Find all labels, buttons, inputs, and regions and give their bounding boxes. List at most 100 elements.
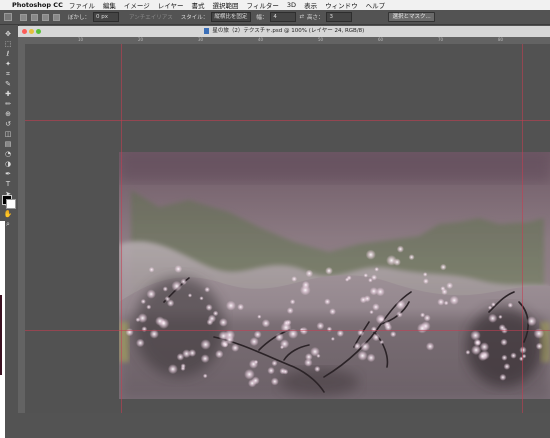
healing-icon[interactable]: ✚: [2, 90, 14, 99]
blossom-glow: [162, 286, 168, 292]
tools-panel: ✥⬚ℓ✦⌗✎✚✏⊕↺◫▤◔◑✒T➤▭✋⌕: [0, 25, 19, 438]
blossom-glow: [395, 299, 406, 310]
ruler-tick-label: 30: [198, 37, 204, 42]
blossom-glow: [437, 298, 445, 306]
dodge-icon[interactable]: ◑: [2, 160, 14, 169]
menu-view[interactable]: 表示: [304, 0, 317, 10]
style-select[interactable]: 縦横比を固定: [211, 12, 252, 22]
menu-layer[interactable]: レイヤー: [158, 0, 184, 10]
blossom-glow: [146, 304, 152, 310]
history-brush-icon[interactable]: ↺: [2, 120, 14, 129]
background-color-swatch[interactable]: [6, 199, 16, 209]
marquee-tool-preset-icon[interactable]: [4, 13, 12, 21]
menu-help[interactable]: ヘルプ: [366, 0, 386, 10]
select-and-mask-button[interactable]: 選択とマスク...: [388, 12, 435, 22]
gradient-icon[interactable]: ▤: [2, 140, 14, 149]
hand-icon[interactable]: ✋: [2, 210, 14, 219]
ground-shadow: [279, 368, 359, 396]
blossom-glow: [510, 352, 517, 359]
blossom-glow: [372, 303, 380, 311]
zoom-window-icon[interactable]: [36, 29, 41, 34]
menu-file[interactable]: ファイル: [69, 0, 95, 10]
new-selection-icon[interactable]: [20, 13, 27, 21]
width-label: 幅：: [256, 15, 268, 21]
blossom-glow: [491, 302, 496, 307]
feather-input[interactable]: 0 px: [93, 12, 120, 22]
blossom-glow: [249, 337, 259, 347]
ruler-tick-label: 10: [78, 37, 84, 42]
blossom-glow: [225, 300, 236, 311]
blossom-glow: [205, 304, 213, 311]
background-document-mark: [0, 295, 2, 375]
blossom-glow: [371, 274, 378, 281]
crop-icon[interactable]: ⌗: [2, 70, 14, 79]
blossom-glow: [282, 368, 289, 375]
menu-type[interactable]: 書式: [192, 0, 205, 10]
blossom-glow: [200, 339, 211, 350]
menu-filter[interactable]: フィルター: [247, 0, 279, 10]
blossom-glow: [449, 295, 459, 305]
blossom-glow: [500, 338, 508, 346]
minimize-window-icon[interactable]: [29, 29, 34, 34]
blossom-glow: [155, 316, 165, 326]
menu-app-name[interactable]: Photoshop CC: [12, 1, 63, 9]
canvas-workspace[interactable]: [25, 44, 550, 413]
eyedropper-icon[interactable]: ✎: [2, 80, 14, 89]
intersect-selection-icon[interactable]: [53, 13, 60, 21]
width-input[interactable]: 4: [270, 12, 297, 22]
blossom-glow: [423, 314, 431, 322]
guide-horizontal[interactable]: [25, 330, 550, 331]
blossom-glow: [372, 333, 381, 342]
blossom-glow: [225, 335, 235, 345]
menu-image[interactable]: イメージ: [124, 0, 150, 10]
magic-wand-icon[interactable]: ✦: [2, 60, 14, 69]
menu-window[interactable]: ウィンドウ: [325, 0, 358, 10]
blossom-glow: [477, 351, 488, 362]
blossom-glow: [329, 308, 336, 315]
blossom-glow: [316, 322, 325, 330]
swap-icon[interactable]: ⇄: [299, 14, 304, 20]
blossom-glow: [182, 349, 191, 359]
blossom-glow: [136, 338, 145, 348]
eraser-icon[interactable]: ◫: [2, 130, 14, 139]
blossom-glow: [446, 282, 454, 289]
blossom-glow: [396, 245, 404, 253]
stamp-icon[interactable]: ⊕: [2, 110, 14, 119]
move-icon[interactable]: ✥: [2, 30, 14, 39]
subtract-selection-icon[interactable]: [42, 13, 49, 21]
blossom-glow: [289, 299, 296, 305]
menu-bar: Photoshop CC ファイル 編集 イメージ レイヤー 書式 選択範囲 フ…: [0, 0, 550, 10]
pen-icon[interactable]: ✒: [2, 170, 14, 179]
blossom-glow: [345, 277, 350, 282]
blossom-glow: [440, 263, 447, 271]
blossom-glow: [369, 310, 374, 315]
ruler-tick-label: 70: [438, 37, 444, 42]
brush-icon[interactable]: ✏: [2, 100, 14, 109]
blossom-glow: [267, 366, 275, 375]
blur-icon[interactable]: ◔: [2, 150, 14, 159]
close-window-icon[interactable]: [22, 29, 27, 34]
blossom-glow: [488, 313, 498, 323]
blossom-glow: [164, 296, 171, 302]
blossom-glow: [379, 316, 385, 322]
menu-3d[interactable]: 3D: [287, 1, 296, 9]
blossom-glow: [280, 345, 284, 350]
type-icon[interactable]: T: [2, 180, 14, 189]
guide-vertical[interactable]: [522, 44, 523, 413]
ruler-tick-label: 60: [378, 37, 384, 42]
antialias-checkbox[interactable]: アンチエイリアス: [129, 13, 173, 21]
blossom-glow: [366, 353, 376, 363]
options-bar: ぼかし： 0 px アンチエイリアス スタイル： 縦横比を固定 幅： 4 ⇄ 高…: [0, 10, 550, 25]
blossom-glow: [507, 302, 513, 308]
menu-edit[interactable]: 編集: [103, 0, 116, 10]
lasso-icon[interactable]: ℓ: [2, 50, 14, 59]
blossom-glow: [286, 307, 294, 314]
add-to-selection-icon[interactable]: [31, 13, 38, 21]
guide-horizontal[interactable]: [25, 120, 550, 121]
height-input[interactable]: 3: [326, 12, 353, 22]
artwork-canvas[interactable]: [119, 152, 550, 399]
blossom-glow: [393, 258, 401, 266]
marquee-icon[interactable]: ⬚: [2, 40, 14, 49]
menu-select[interactable]: 選択範囲: [213, 0, 239, 10]
guide-vertical[interactable]: [121, 44, 122, 413]
